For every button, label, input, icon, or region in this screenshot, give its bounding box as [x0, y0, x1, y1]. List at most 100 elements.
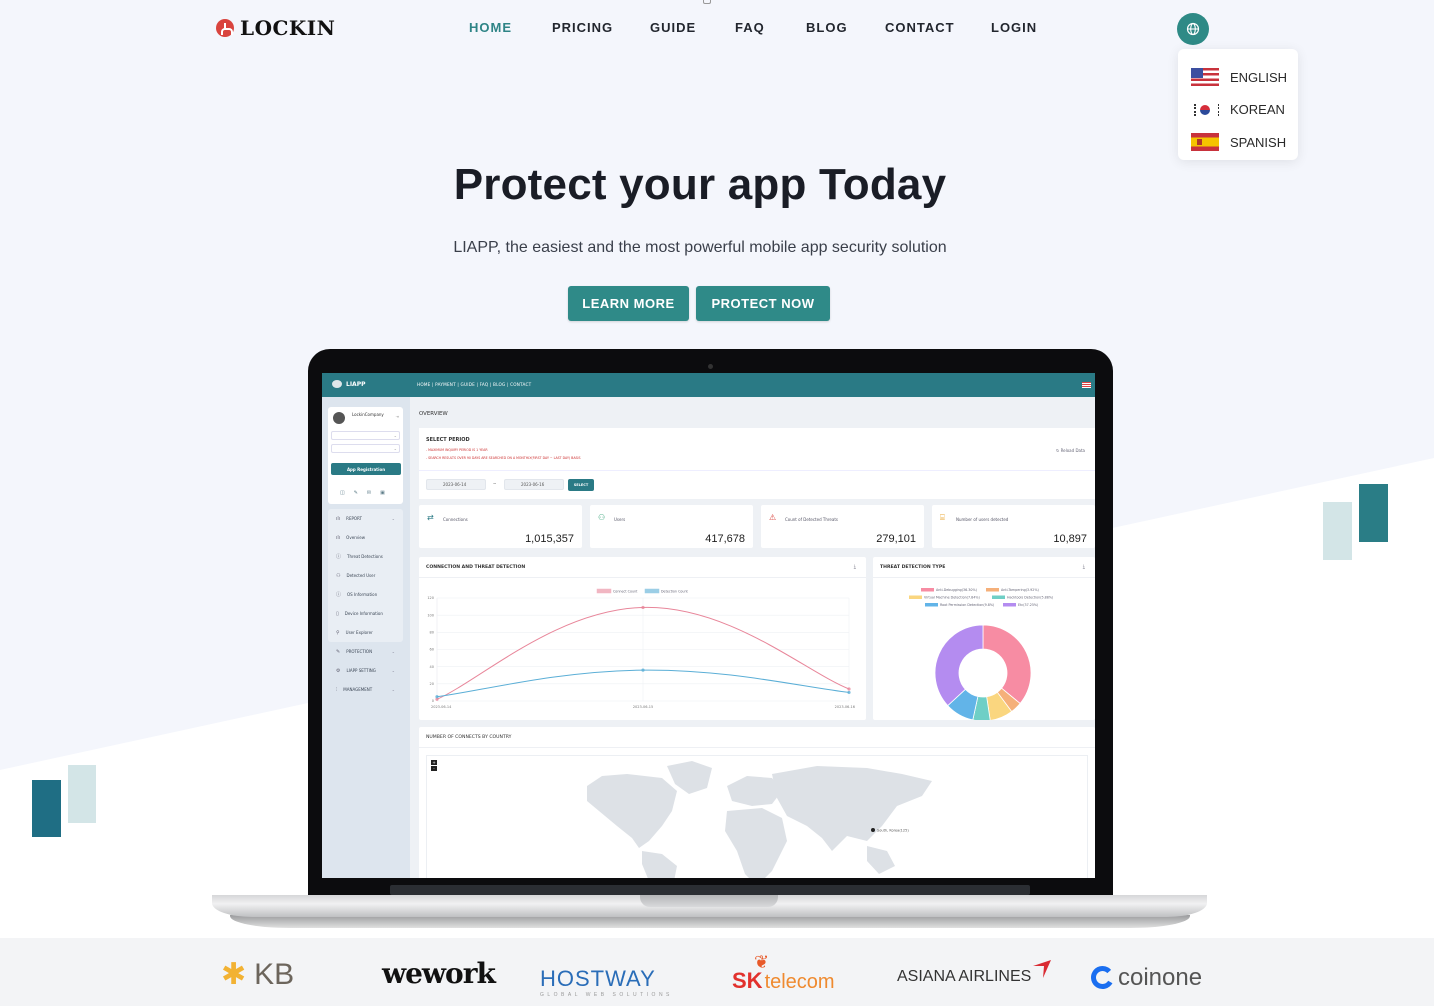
nav-login[interactable]: LOGIN: [991, 20, 1037, 35]
chart-title: CONNECTION AND THREAT DETECTION: [426, 565, 526, 570]
language-option-spanish[interactable]: SPANISH: [1178, 126, 1298, 159]
world-map[interactable]: + - South, Korea(125): [426, 755, 1088, 878]
stat-card-connections: ⇄ Connections 1,015,357: [419, 505, 582, 548]
company-avatar: [333, 412, 345, 424]
company-name: LockinCompany: [352, 412, 384, 417]
stat-card-detected-users: ⌸ Number of users detected 10,897: [932, 505, 1095, 548]
chevron-down-icon: ⌄: [391, 668, 395, 673]
map-panel: NUMBER OF CONNECTS BY COUNTRY + - South,…: [419, 727, 1095, 878]
language-button[interactable]: [1177, 13, 1209, 45]
learn-more-button[interactable]: LEARN MORE: [568, 286, 689, 321]
sidebar-item-report[interactable]: ılı REPORT ⌄: [328, 509, 403, 528]
y-tick-label: 100: [427, 613, 434, 617]
language-option-english[interactable]: ENGLISH: [1178, 61, 1298, 94]
dashboard-topnav[interactable]: HOME | PAYMENT | GUIDE | FAQ | BLOG | CO…: [417, 382, 531, 387]
north-america-shape: [587, 774, 677, 848]
us-flag-icon[interactable]: [1082, 382, 1091, 388]
sidebar-item-protection[interactable]: ✎ PROTECTION ⌄: [328, 642, 403, 661]
users-icon: ⚇: [336, 572, 341, 579]
period-note: - SEARCH RESULTS OVER 90 DAYS ARE SEARCH…: [426, 456, 581, 460]
protect-now-button[interactable]: PROTECT NOW: [696, 286, 830, 321]
swap-icon: ⇄: [427, 513, 434, 522]
sidebar-menu: ılı REPORT ⌄ ılı Overview ⓘ Threat Detection…: [328, 509, 403, 699]
language-dropdown: ENGLISH KOREAN SPANISH: [1178, 49, 1298, 160]
legend-label: Detection Count: [661, 590, 689, 594]
sidebar-label: PROTECTION: [346, 649, 373, 654]
pen-icon: ✎: [336, 648, 341, 655]
data-point: [435, 695, 439, 699]
legend-swatch: [596, 588, 612, 594]
line-chart-panel: CONNECTION AND THREAT DETECTION ⤓ Connec…: [419, 557, 866, 720]
app-registration-button[interactable]: App Registration: [331, 463, 401, 475]
nav-blog[interactable]: BLOG: [806, 20, 848, 35]
sidebar-item-threat-detections[interactable]: ⓘ Threat Detections: [328, 547, 403, 566]
download-icon[interactable]: ⤓: [1083, 564, 1085, 570]
main-nav: HOME PRICING GUIDE FAQ BLOG CONTACT LOGI…: [0, 20, 1434, 36]
world-map-shapes: South, Korea(125): [587, 761, 932, 878]
quick-icons[interactable]: ◫✎✉▣: [340, 490, 394, 496]
donut-chart: Anti-Debugging(36.30%) Anti-Tampering(3.9…: [909, 588, 1053, 720]
period-note: - MAXIMUM INQUIRY PERIOD IS 1 YEAR: [426, 448, 488, 452]
reload-data-button[interactable]: ↻ Reload Data: [1056, 448, 1085, 453]
laptop-camera: [708, 364, 713, 369]
legend-label: Etc(37.25%): [1018, 603, 1038, 607]
sidebar-item-liapp-setting[interactable]: ⚙ LIAPP SETTING ⌄: [328, 661, 403, 680]
stat-label: Connections: [443, 517, 468, 522]
y-tick-label: 80: [430, 631, 434, 635]
chevron-down-icon: ⌄: [391, 516, 395, 521]
sidebar-item-device-information[interactable]: ▯ Device Information: [328, 604, 403, 623]
y-tick-label: 120: [427, 596, 434, 600]
sidebar-label: LIAPP SETTING: [346, 668, 376, 673]
start-date-input[interactable]: 2023-06-14: [426, 479, 486, 490]
device-icon: ▯: [336, 610, 339, 617]
sidebar-label: Overview: [346, 535, 366, 540]
language-label: SPANISH: [1230, 134, 1287, 150]
decorative-bar-dark: [32, 780, 61, 837]
map-title: NUMBER OF CONNECTS BY COUNTRY: [426, 735, 512, 740]
y-tick-label: 0: [432, 699, 434, 703]
stat-value: 10,897: [1053, 533, 1087, 545]
nav-contact[interactable]: CONTACT: [885, 20, 955, 35]
reload-label: Reload Data: [1060, 448, 1085, 453]
select-period-button[interactable]: SELECT: [568, 479, 594, 491]
dashboard-topbar: LIAPP HOME | PAYMENT | GUIDE | FAQ | BLO…: [322, 373, 1095, 397]
divider: [419, 747, 1095, 748]
y-tick-label: 40: [430, 665, 434, 669]
nav-faq[interactable]: FAQ: [735, 20, 765, 35]
language-option-korean[interactable]: KOREAN: [1178, 94, 1298, 127]
hero-title: Protect your app Today: [453, 160, 947, 209]
stat-value: 417,678: [705, 533, 745, 545]
laptop-notch: [640, 895, 778, 907]
globe-icon: [1186, 22, 1200, 36]
nav-pricing[interactable]: PRICING: [552, 20, 613, 35]
coinone-text: coinone: [1118, 963, 1203, 991]
nav-guide[interactable]: GUIDE: [650, 20, 696, 35]
logout-icon[interactable]: ⇥: [396, 414, 399, 419]
legend-label: Hacktools Detection(5.88%): [1007, 596, 1053, 600]
info-icon: ⓘ: [336, 592, 342, 598]
y-tick-label: 60: [430, 648, 434, 652]
decorative-bar-light: [68, 765, 96, 823]
sidebar-item-user-explorer[interactable]: ⚲ User Explorer: [328, 623, 403, 642]
legend-label: Anti-Debugging(36.30%): [936, 588, 977, 592]
sidebar-item-overview[interactable]: ılı Overview: [328, 528, 403, 547]
dashboard-sidebar: LockinCompany ⇥ ⌄ ⌄ App Registration ◫✎✉…: [322, 397, 410, 878]
nav-home[interactable]: HOME: [469, 20, 512, 35]
sidebar-item-os-information[interactable]: ⓘ OS Information: [328, 585, 403, 604]
legend-swatch: [986, 588, 999, 592]
report-group: ılı REPORT ⌄ ılı Overview ⓘ Threat Detection…: [328, 509, 403, 642]
sidebar-item-detected-user[interactable]: ⚇ Detected User: [328, 566, 403, 585]
legend-swatch: [925, 603, 938, 607]
end-date-input[interactable]: 2023-06-16: [504, 479, 564, 490]
x-tick-label: 2023-06-14: [431, 705, 452, 709]
asiana-text: ASIANA AIRLINES: [897, 968, 1032, 985]
sidebar-item-management[interactable]: ⫶ MANAGEMENT ⌄: [328, 680, 403, 699]
logo-wework: wework: [382, 960, 496, 988]
sidebar-label: MANAGEMENT: [343, 687, 373, 692]
bar-chart-icon: ılı: [336, 534, 341, 541]
us-flag-icon: [1191, 68, 1219, 87]
version-select[interactable]: ⌄: [331, 444, 400, 453]
app-select[interactable]: ⌄: [331, 431, 400, 440]
users-icon: ⚇: [598, 513, 606, 522]
download-icon[interactable]: ⤓: [854, 564, 856, 570]
